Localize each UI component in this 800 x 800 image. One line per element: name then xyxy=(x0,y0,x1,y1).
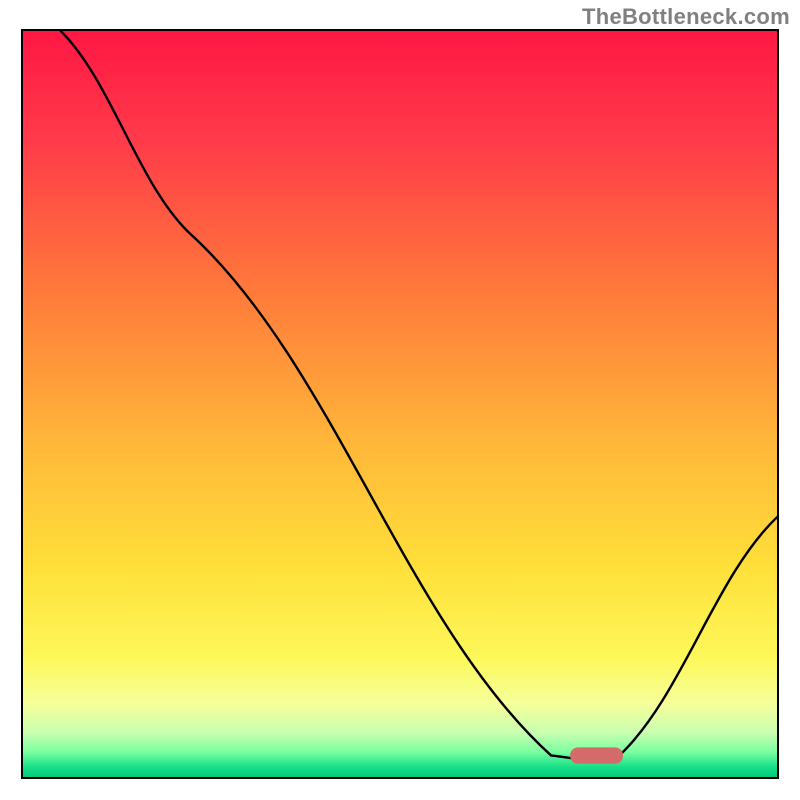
watermark-text: TheBottleneck.com xyxy=(582,4,790,30)
bottleneck-chart xyxy=(0,0,800,800)
chart-container: { "watermark": "TheBottleneck.com", "cha… xyxy=(0,0,800,800)
